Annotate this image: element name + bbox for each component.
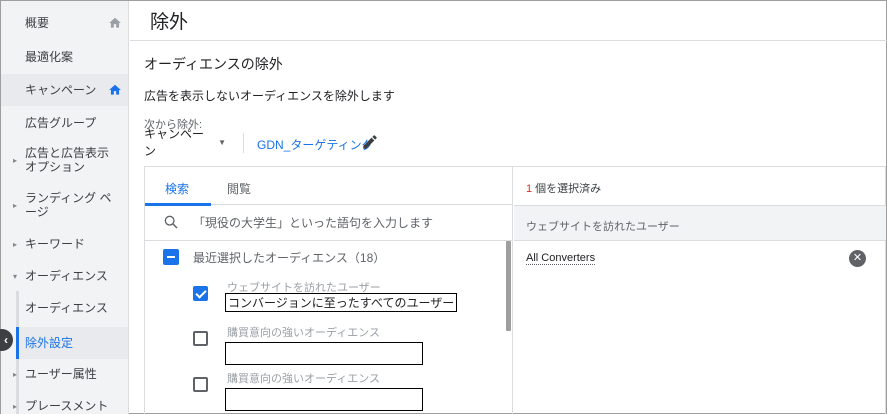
page-title: 除外 (150, 12, 189, 33)
sidebar-item-keywords[interactable]: ▸ キーワード (1, 233, 128, 255)
redacted-box (225, 388, 423, 411)
audience-name: コンバージョンに至ったすべてのユーザー (225, 293, 458, 312)
pencil-icon[interactable] (361, 133, 379, 151)
sidebar-item-label: オーディエンス (25, 269, 108, 283)
page-header: 除外 (130, 1, 887, 41)
sidebar-item-ad-groups[interactable]: 広告グループ (1, 111, 128, 135)
search-input[interactable] (193, 213, 493, 233)
sidebar-item-label: 広告と広告表示オプション (25, 146, 110, 174)
scrollbar-thumb[interactable] (506, 241, 511, 331)
sidebar-subitem-exclusions[interactable]: 除外設定 (19, 327, 128, 359)
sidebar-item-demographics[interactable]: ▸ ユーザー属性 (1, 363, 128, 385)
caret-right-icon: ▸ (13, 155, 18, 165)
search-bar (145, 205, 513, 241)
redacted-box (225, 342, 423, 365)
audience-picker: 検索 閲覧 最近選択したオーディエンス（18） ウェブサイトを訪れたユーザー コ… (145, 167, 513, 414)
audience-category: 購買意向の強いオーディエンス (227, 373, 381, 385)
sidebar-item-landing-pages[interactable]: ▸ ランディング ページ (1, 188, 128, 222)
sidebar-item-label: キャンペーン (25, 83, 97, 97)
sidebar-item-label: キーワード (25, 237, 86, 251)
section-description: 広告を表示しないオーディエンスを除外します (144, 89, 395, 103)
remove-audience-button[interactable]: ✕ (849, 250, 866, 267)
group-label: 最近選択したオーディエンス（18） (193, 250, 386, 265)
picker-tabs: 検索 閲覧 (145, 167, 513, 206)
campaign-link[interactable]: GDN_ターゲティング (257, 136, 374, 153)
audience-checkbox[interactable] (193, 286, 208, 301)
selected-audiences-pane: 1 個を選択済み ウェブサイトを訪れたユーザー All Converters ✕ (514, 167, 886, 414)
selected-count-suffix: 個を選択済み (532, 183, 602, 195)
sidebar-nav: 概要 最適化案 キャンペーン 広告グループ ▸ 広告と広告表示オプション ▸ ラ… (1, 1, 129, 414)
exclusion-level-value: キャンペーン (144, 127, 205, 158)
caret-right-icon: ▸ (13, 369, 18, 379)
caret-right-icon: ▸ (13, 239, 18, 249)
audience-category: 購買意向の強いオーディエンス (227, 327, 381, 339)
scrollbar[interactable] (504, 241, 512, 414)
sidebar-item-label: 除外設定 (25, 336, 74, 350)
list-item[interactable]: 購買意向の強いオーディエンス (193, 370, 483, 411)
tab-browse[interactable]: 閲覧 (227, 180, 251, 197)
caret-right-icon: ▸ (13, 200, 18, 210)
home-icon (109, 84, 121, 95)
sidebar-item-campaigns[interactable]: キャンペーン (1, 74, 128, 106)
audience-selector-panel: 検索 閲覧 最近選択したオーディエンス（18） ウェブサイトを訪れたユーザー コ… (144, 166, 886, 414)
sidebar-item-label: ランディング ページ (25, 191, 112, 219)
selected-audience-item: All Converters (526, 252, 596, 265)
exclusion-level-dropdown[interactable]: キャンペーン ▼ (144, 127, 226, 158)
sidebar-item-label: 概要 (25, 16, 50, 30)
sidebar-item-label: オーディエンス (25, 301, 108, 315)
selected-group-header: ウェブサイトを訪れたユーザー (514, 205, 886, 241)
dropdown-arrow-icon: ▼ (218, 137, 226, 147)
caret-down-icon: ▾ (13, 271, 18, 281)
divider (243, 133, 244, 153)
chevron-left-icon: ‹ (4, 333, 8, 347)
sidebar-item-label: ユーザー属性 (25, 367, 97, 381)
group-toggle-checkbox[interactable] (163, 249, 179, 265)
audience-checkbox[interactable] (193, 331, 208, 346)
sidebar-item-overview[interactable]: 概要 (1, 11, 128, 35)
sidebar-item-label: 最適化案 (25, 50, 74, 64)
selected-group-label: ウェブサイトを訪れたユーザー (526, 221, 680, 233)
sidebar-subitem-audiences[interactable]: オーディエンス (1, 295, 128, 321)
home-icon (109, 17, 121, 28)
tab-search[interactable]: 検索 (165, 180, 189, 197)
close-icon: ✕ (852, 252, 863, 264)
caret-right-icon: ▸ (13, 401, 18, 411)
sidebar-item-audiences[interactable]: ▾ オーディエンス (1, 265, 128, 287)
sidebar-item-placements[interactable]: ▸ プレースメント (1, 395, 128, 414)
list-item[interactable]: 購買意向の強いオーディエンス (193, 324, 483, 365)
section-title: オーディエンスの除外 (144, 56, 283, 72)
sidebar-item-label: プレースメント (25, 399, 109, 413)
search-icon (164, 215, 178, 229)
sidebar-item-recommendations[interactable]: 最適化案 (1, 45, 128, 69)
audience-checkbox[interactable] (193, 377, 208, 392)
sidebar-item-ads-extensions[interactable]: ▸ 広告と広告表示オプション (1, 143, 128, 177)
sidebar-item-label: 広告グループ (25, 116, 97, 130)
recent-audiences-group: 最近選択したオーディエンス（18） (163, 247, 385, 267)
selected-count: 1 個を選択済み (526, 180, 601, 196)
list-item[interactable]: ウェブサイトを訪れたユーザー コンバージョンに至ったすべてのユーザー (193, 279, 483, 319)
